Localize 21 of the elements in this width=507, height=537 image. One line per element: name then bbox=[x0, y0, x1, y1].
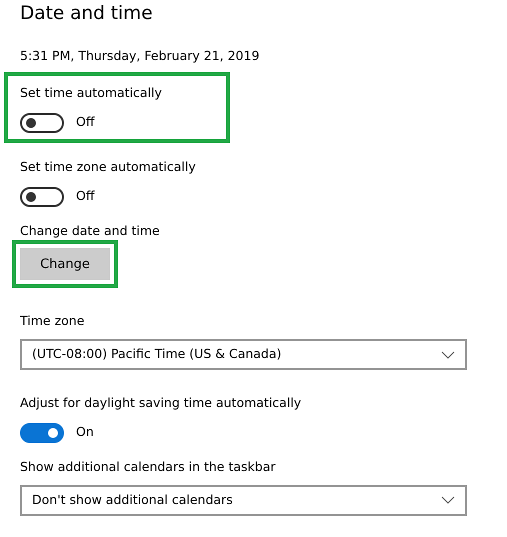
setting-label: Change date and time bbox=[20, 222, 160, 238]
dropdown-value: (UTC-08:00) Pacific Time (US & Canada) bbox=[32, 345, 282, 364]
toggle-state: On bbox=[76, 423, 94, 442]
toggle-state: Off bbox=[76, 113, 94, 132]
setting-label: Set time automatically bbox=[20, 85, 162, 101]
setting-label: Show additional calendars in the taskbar bbox=[20, 458, 276, 475]
setting-label: Set time zone automatically bbox=[20, 158, 196, 175]
change-button[interactable]: Change bbox=[20, 248, 110, 280]
page-title: Date and time bbox=[20, 2, 154, 26]
setting-label: Adjust for daylight saving time automatically bbox=[20, 395, 302, 411]
current-time: 5:31 PM, Thursday, February 21, 2019 bbox=[20, 48, 260, 64]
toggle-switch[interactable] bbox=[20, 112, 64, 133]
dropdown[interactable]: Don't show additional calendars bbox=[20, 484, 467, 516]
dropdown-value: Don't show additional calendars bbox=[32, 490, 233, 509]
toggle-state: Off bbox=[76, 187, 94, 206]
setting-label: Time zone bbox=[20, 313, 84, 330]
chevron-down-icon bbox=[441, 350, 455, 358]
toggle-switch[interactable] bbox=[20, 186, 64, 206]
dropdown[interactable]: (UTC-08:00) Pacific Time (US & Canada) bbox=[20, 339, 467, 370]
toggle-switch[interactable] bbox=[20, 422, 64, 443]
chevron-down-icon bbox=[441, 496, 455, 504]
